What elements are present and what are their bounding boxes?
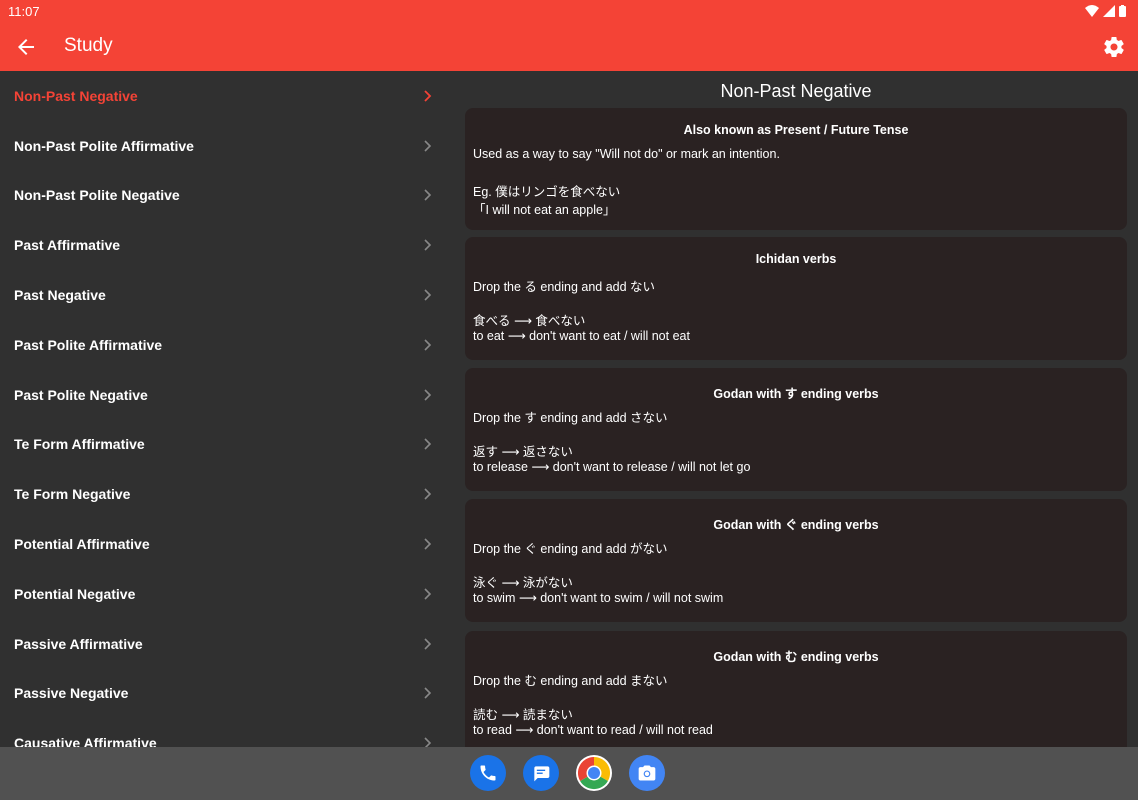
example-line: Eg. 僕はリンゴを食べない bbox=[473, 185, 621, 199]
sidebar-item-passive-negative[interactable]: Passive Negative bbox=[0, 669, 451, 719]
sidebar-item-label: Non-Past Polite Affirmative bbox=[14, 137, 194, 154]
system-icons bbox=[1085, 5, 1126, 17]
battery-icon bbox=[1119, 5, 1126, 17]
info-card: Godan with す ending verbs Drop the す end… bbox=[465, 368, 1127, 491]
sidebar-item-past-polite-affirmative[interactable]: Past Polite Affirmative bbox=[0, 320, 451, 370]
card-title: Godan with ぐ ending verbs bbox=[713, 518, 879, 532]
card-title: Also known as Present / Future Tense bbox=[683, 123, 909, 137]
sidebar-item-te-form-affirmative[interactable]: Te Form Affirmative bbox=[0, 420, 451, 470]
info-card: Godan with む ending verbs Drop the む end… bbox=[465, 631, 1127, 747]
sidebar-item-label: Past Polite Negative bbox=[14, 386, 148, 403]
card-description: Drop the ぐ ending and add がない bbox=[473, 542, 668, 556]
sidebar-item-label: Te Form Affirmative bbox=[14, 436, 145, 453]
status-time: 11:07 bbox=[8, 4, 40, 19]
example-line: to release ⟶ don't want to release / wil… bbox=[473, 460, 751, 474]
info-card: Godan with ぐ ending verbs Drop the ぐ end… bbox=[465, 499, 1127, 622]
sidebar-item-label: Past Affirmative bbox=[14, 237, 121, 254]
example-line: 泳ぐ ⟶ 泳がない bbox=[473, 576, 573, 590]
card-description: Drop the む ending and add まない bbox=[473, 674, 668, 688]
sidebar-item-past-polite-negative[interactable]: Past Polite Negative bbox=[0, 370, 451, 420]
sidebar-item-past-affirmative[interactable]: Past Affirmative bbox=[0, 220, 451, 270]
chevron-right-icon bbox=[424, 140, 432, 152]
chevron-right-icon bbox=[424, 389, 432, 401]
page-title: Study bbox=[64, 35, 113, 56]
sidebar-item-label: Past Negative bbox=[14, 287, 106, 304]
example-line: 読む ⟶ 読まない bbox=[473, 708, 573, 722]
sidebar-item-label: Passive Negative bbox=[14, 685, 129, 702]
sidebar-item-label: Non-Past Polite Negative bbox=[14, 187, 180, 204]
main-content: Non-Past Negative Also known as Present … bbox=[451, 71, 1138, 747]
chevron-right-icon bbox=[424, 90, 432, 102]
chevron-right-icon bbox=[424, 538, 432, 550]
messages-icon[interactable] bbox=[523, 755, 559, 791]
sidebar-item-potential-negative[interactable]: Potential Negative bbox=[0, 569, 451, 619]
card-title: Godan with す ending verbs bbox=[713, 387, 879, 401]
example-line: to read ⟶ don't want to read / will not … bbox=[473, 723, 713, 737]
back-arrow-icon[interactable] bbox=[14, 35, 38, 59]
sidebar-item-label: Te Form Negative bbox=[14, 486, 131, 503]
wifi-icon bbox=[1085, 5, 1099, 17]
chevron-right-icon bbox=[424, 339, 432, 351]
sidebar-item-non-past-polite-negative[interactable]: Non-Past Polite Negative bbox=[0, 171, 451, 221]
sidebar-item-label: Potential Negative bbox=[14, 585, 136, 602]
sidebar-item-passive-affirmative[interactable]: Passive Affirmative bbox=[0, 619, 451, 669]
taskbar bbox=[0, 747, 1138, 800]
card-description: Drop the す ending and add さない bbox=[473, 411, 668, 425]
sidebar-item-label: Non-Past Negative bbox=[14, 87, 138, 104]
status-bar: 11:07 bbox=[0, 0, 1138, 24]
camera-icon[interactable] bbox=[629, 755, 665, 791]
info-card: Ichidan verbs Drop the る ending and add … bbox=[465, 237, 1127, 360]
example-line: 「I will not eat an apple」 bbox=[473, 203, 616, 217]
sidebar-item-past-negative[interactable]: Past Negative bbox=[0, 270, 451, 320]
chevron-right-icon bbox=[424, 687, 432, 700]
sidebar-item-causative-affirmative[interactable]: Causative Affirmative bbox=[0, 718, 451, 747]
sidebar-item-non-past-negative[interactable]: Non-Past Negative bbox=[0, 71, 451, 121]
info-card: Also known as Present / Future Tense Use… bbox=[465, 108, 1127, 230]
card-description: Drop the る ending and add ない bbox=[473, 280, 656, 294]
chevron-right-icon bbox=[424, 588, 432, 600]
card-title: Ichidan verbs bbox=[755, 252, 837, 266]
sidebar-item-label: Potential Affirmative bbox=[14, 536, 150, 553]
example-line: 食べる ⟶ 食べない bbox=[473, 314, 586, 328]
sidebar-item-label: Passive Affirmative bbox=[14, 635, 143, 652]
phone-icon[interactable] bbox=[470, 755, 506, 791]
chevron-right-icon bbox=[424, 638, 432, 650]
example-line: 返す ⟶ 返さない bbox=[473, 445, 573, 459]
sidebar-item-label: Past Polite Affirmative bbox=[14, 336, 163, 353]
sidebar-item-non-past-polite-affirmative[interactable]: Non-Past Polite Affirmative bbox=[0, 121, 451, 171]
chevron-right-icon bbox=[424, 438, 432, 451]
section-title: Non-Past Negative bbox=[720, 81, 872, 101]
sidebar-item-te-form-negative[interactable]: Te Form Negative bbox=[0, 469, 451, 519]
sidebar: Non-Past Negative Non-Past Polite Affirm… bbox=[0, 71, 451, 747]
chevron-right-icon bbox=[424, 239, 432, 251]
sidebar-item-potential-affirmative[interactable]: Potential Affirmative bbox=[0, 519, 451, 569]
chevron-right-icon bbox=[424, 737, 432, 747]
app-bar: Study bbox=[0, 24, 1138, 71]
card-title: Godan with む ending verbs bbox=[713, 650, 879, 664]
gear-icon[interactable] bbox=[1102, 35, 1126, 59]
chrome-icon[interactable] bbox=[576, 755, 612, 791]
card-description: Used as a way to say "Will not do" or ma… bbox=[473, 147, 780, 161]
signal-icon bbox=[1103, 5, 1115, 17]
sidebar-item-label: Causative Affirmative bbox=[14, 735, 157, 747]
example-line: to swim ⟶ don't want to swim / will not … bbox=[473, 591, 724, 605]
chevron-right-icon bbox=[424, 189, 432, 202]
example-line: to eat ⟶ don't want to eat / will not ea… bbox=[473, 329, 690, 343]
app-dock bbox=[470, 755, 665, 791]
chevron-right-icon bbox=[424, 488, 432, 500]
chevron-right-icon bbox=[424, 289, 432, 301]
